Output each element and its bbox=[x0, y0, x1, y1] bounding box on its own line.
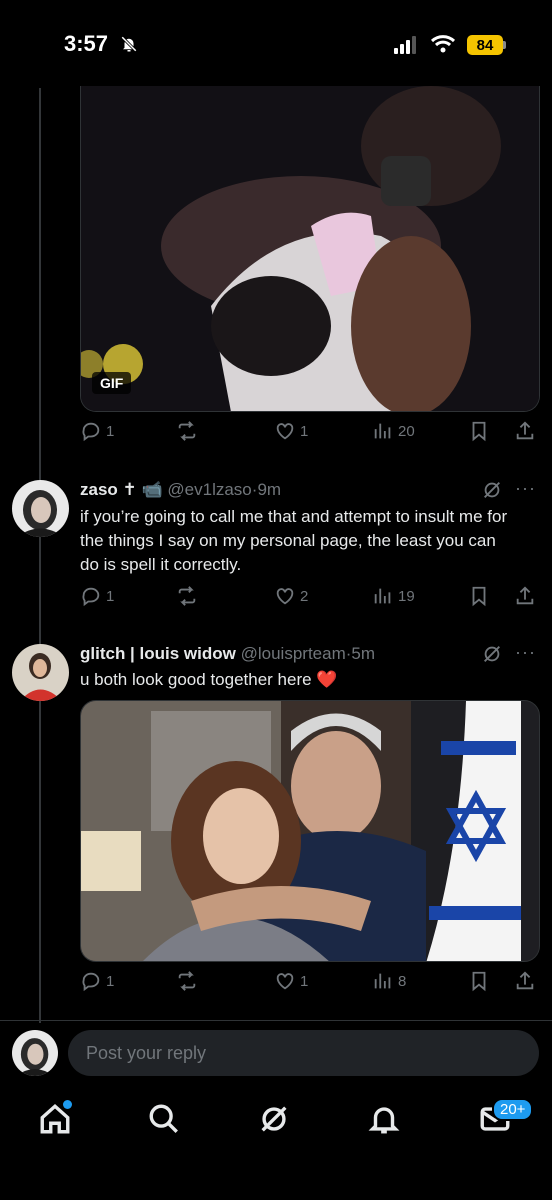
tweet-header: glitch | louis widow @louisprteam·5m bbox=[80, 644, 376, 663]
views-count: 8 bbox=[398, 972, 407, 990]
retweet-icon bbox=[178, 971, 196, 991]
heart-emoji: ❤️ bbox=[316, 670, 338, 689]
heart-icon bbox=[276, 588, 294, 605]
tweet-text-body: u both look good together here bbox=[80, 670, 312, 689]
more-icon[interactable]: ··· bbox=[515, 478, 536, 499]
thread-line bbox=[39, 88, 41, 1023]
bookmark-button[interactable] bbox=[468, 585, 490, 607]
reply-button[interactable]: 1 bbox=[80, 970, 114, 992]
grok-nav-icon[interactable] bbox=[257, 1102, 291, 1141]
battery-indicator: 84 bbox=[467, 35, 503, 55]
like-button[interactable]: 2 bbox=[274, 585, 308, 607]
retweet-button[interactable] bbox=[176, 970, 198, 992]
status-time: 3:57 bbox=[64, 31, 109, 56]
gif-media[interactable] bbox=[80, 86, 540, 412]
photo-media[interactable] bbox=[80, 700, 540, 962]
home-notification-dot bbox=[63, 1100, 72, 1109]
bell-slash-icon bbox=[120, 35, 138, 57]
bookmark-icon bbox=[472, 586, 486, 607]
views-icon bbox=[374, 973, 391, 989]
bookmark-icon bbox=[472, 421, 486, 442]
gif-post-actions: 1 1 20 bbox=[80, 420, 540, 450]
reply-button[interactable]: 1 bbox=[80, 585, 114, 607]
battery-tip bbox=[503, 41, 506, 49]
heart-icon bbox=[276, 973, 294, 990]
more-icon[interactable]: ··· bbox=[515, 642, 536, 663]
reply-icon bbox=[82, 587, 100, 607]
messages-badge: 20+ bbox=[492, 1098, 534, 1121]
like-count: 1 bbox=[300, 972, 309, 990]
share-button[interactable] bbox=[514, 420, 536, 442]
reply-icon bbox=[82, 422, 100, 442]
signal-icon bbox=[394, 36, 420, 59]
share-icon bbox=[516, 421, 534, 440]
share-button[interactable] bbox=[514, 585, 536, 607]
views-button[interactable]: 19 bbox=[372, 585, 415, 607]
views-button[interactable]: 20 bbox=[372, 420, 415, 442]
search-icon[interactable] bbox=[147, 1102, 181, 1141]
like-button[interactable]: 1 bbox=[274, 420, 308, 442]
divider bbox=[0, 1020, 552, 1021]
reply-input[interactable]: Post your reply bbox=[68, 1030, 539, 1076]
tweet-header: zaso ✝ 📹 @ev1lzaso·9m bbox=[80, 480, 282, 499]
display-name[interactable]: glitch | louis widow bbox=[80, 644, 236, 663]
notifications-icon[interactable] bbox=[367, 1102, 401, 1141]
grok-icon[interactable] bbox=[481, 643, 503, 665]
reply-count: 1 bbox=[106, 422, 115, 440]
handle[interactable]: @ev1lzaso bbox=[167, 480, 251, 499]
like-count: 1 bbox=[300, 422, 309, 440]
share-button[interactable] bbox=[514, 970, 536, 992]
timestamp[interactable]: 9m bbox=[257, 480, 281, 499]
like-count: 2 bbox=[300, 587, 309, 605]
reply-button[interactable]: 1 bbox=[80, 420, 114, 442]
reply-count: 1 bbox=[106, 587, 115, 605]
bookmark-button[interactable] bbox=[468, 970, 490, 992]
gif-badge: GIF bbox=[92, 372, 132, 394]
tweet-actions: 1 2 19 bbox=[80, 585, 540, 615]
avatar[interactable] bbox=[12, 480, 69, 537]
heart-icon bbox=[276, 423, 294, 440]
share-icon bbox=[516, 971, 534, 990]
handle[interactable]: @louisprteam bbox=[241, 644, 346, 663]
share-icon bbox=[516, 586, 534, 605]
tweet-text: if you’re going to call me that and atte… bbox=[80, 507, 508, 574]
views-icon bbox=[374, 588, 391, 604]
name-emoji: ✝ 📹 bbox=[122, 480, 163, 499]
like-button[interactable]: 1 bbox=[274, 970, 308, 992]
my-avatar[interactable] bbox=[12, 1030, 58, 1076]
tweet-actions: 1 1 8 bbox=[80, 970, 540, 1000]
reply-count: 1 bbox=[106, 972, 115, 990]
display-name[interactable]: zaso bbox=[80, 480, 118, 499]
bookmark-icon bbox=[472, 971, 486, 992]
retweet-button[interactable] bbox=[176, 420, 198, 442]
timestamp[interactable]: 5m bbox=[351, 644, 375, 663]
views-button[interactable]: 8 bbox=[372, 970, 406, 992]
retweet-icon bbox=[178, 586, 196, 606]
reply-icon bbox=[82, 972, 100, 992]
retweet-icon bbox=[178, 421, 196, 441]
retweet-button[interactable] bbox=[176, 585, 198, 607]
bookmark-button[interactable] bbox=[468, 420, 490, 442]
tweet-text: u both look good together here ❤️ bbox=[80, 668, 510, 692]
avatar[interactable] bbox=[12, 644, 69, 701]
views-count: 19 bbox=[398, 587, 415, 605]
views-icon bbox=[374, 423, 391, 439]
wifi-icon bbox=[430, 34, 456, 59]
views-count: 20 bbox=[398, 422, 415, 440]
grok-icon[interactable] bbox=[481, 479, 503, 501]
